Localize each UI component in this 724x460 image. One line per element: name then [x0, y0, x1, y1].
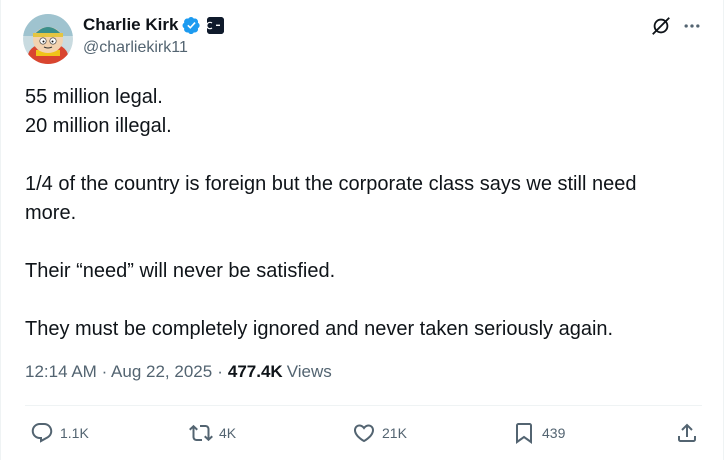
tweet-meta: 12:14 AM · Aug 22, 2025 · 477.4K Views [25, 362, 332, 382]
tweet-text: 55 million legal. 20 million illegal. 1/… [25, 83, 685, 344]
tweet-line: 55 million legal. [25, 86, 163, 108]
divider [25, 405, 702, 406]
share-button[interactable] [675, 420, 699, 446]
tweet-line: Their “need” will never be satisfied. [25, 260, 336, 282]
bookmark-button[interactable]: 439 [512, 420, 565, 446]
tweet-blank-line [25, 141, 685, 170]
reply-button[interactable]: 1.1K [30, 420, 89, 446]
tweet-line: 20 million illegal. [25, 115, 172, 137]
author-name[interactable]: Charlie Kirk [83, 15, 178, 35]
bookmark-count: 439 [542, 425, 566, 441]
like-icon [353, 424, 375, 443]
tweet-blank-line [25, 228, 685, 257]
timestamp[interactable]: 12:14 AM · Aug 22, 2025 [25, 362, 212, 382]
bookmark-icon [516, 423, 532, 444]
tweet-card: Charlie Kirk @charliekirk11 55 million l… [0, 0, 724, 460]
tweet-blank-line [25, 286, 685, 315]
repost-count: 4K [219, 425, 237, 441]
share-icon [678, 423, 696, 442]
separator: · [101, 362, 108, 381]
author-handle[interactable]: @charliekirk11 [83, 39, 188, 57]
timestamp-time[interactable]: 12:14 AM [25, 362, 97, 381]
timestamp-date[interactable]: Aug 22, 2025 [111, 362, 212, 381]
more-icon[interactable] [680, 14, 704, 38]
author-name-row: Charlie Kirk [83, 15, 225, 35]
reply-icon [31, 423, 53, 443]
like-count: 21K [382, 425, 407, 441]
tweet-line: 1/4 of the country is foreign but the co… [25, 173, 637, 224]
separator: · [217, 362, 223, 381]
reply-count: 1.1K [60, 425, 89, 441]
affiliate-badge-icon[interactable] [207, 16, 225, 34]
tweet-line: They must be completely ignored and neve… [25, 318, 614, 340]
repost-icon [189, 424, 213, 442]
avatar[interactable] [23, 14, 73, 64]
views-label: Views [286, 362, 332, 381]
verified-badge-icon[interactable] [182, 16, 201, 35]
grok-icon[interactable] [649, 14, 673, 38]
like-button[interactable]: 21K [352, 420, 407, 446]
views-count[interactable]: 477.4K [228, 362, 283, 382]
repost-button[interactable]: 4K [189, 420, 236, 446]
